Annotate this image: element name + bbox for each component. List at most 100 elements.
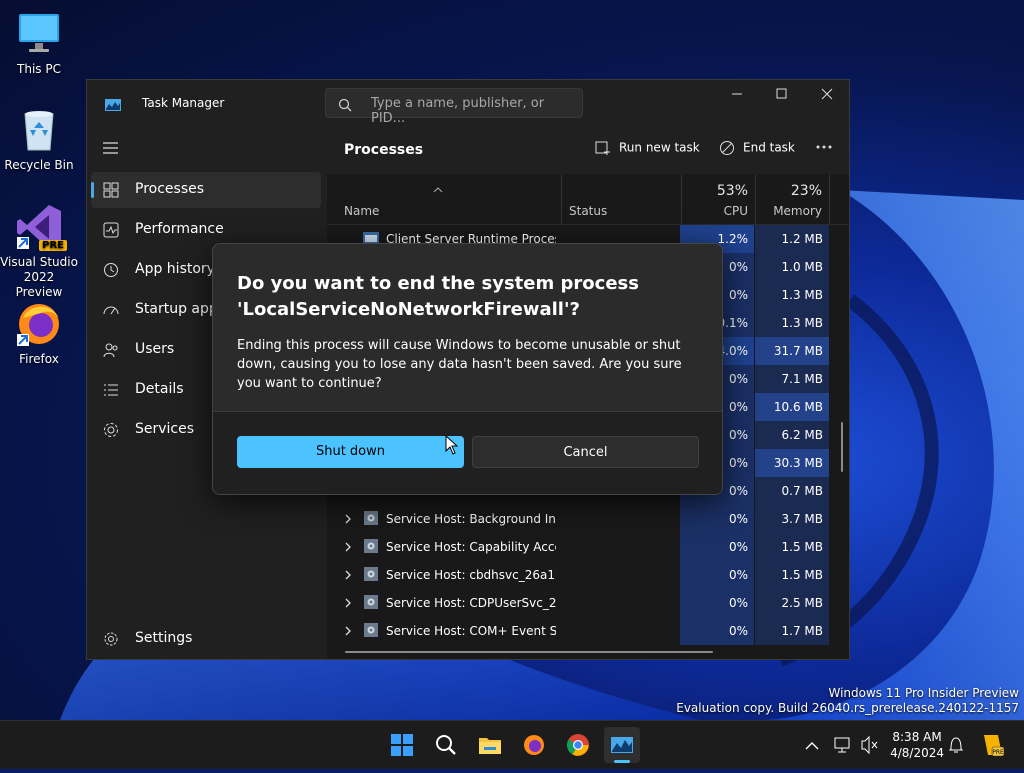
table-row[interactable]: Service Host: Background Inte... 0% 3.7 MB: [327, 505, 849, 533]
firefox-taskbar-button[interactable]: [516, 727, 552, 763]
memory-cell: 6.2 MB: [755, 421, 829, 449]
network-icon[interactable]: [834, 721, 852, 769]
desktop-icon-label: This PC: [17, 62, 61, 76]
memory-cell: 1.0 MB: [755, 253, 829, 281]
service-host-gear-icon: [363, 623, 379, 637]
chevron-right-icon[interactable]: [344, 597, 352, 611]
watermark-line2: Evaluation copy. Build 26040.rs_prerelea…: [676, 701, 1019, 715]
memory-value: 1.3 MB: [781, 316, 823, 330]
vertical-scrollbar[interactable]: [841, 422, 843, 472]
run-new-task-button[interactable]: Run new task: [595, 140, 700, 156]
sort-chevron-up-icon: [433, 178, 443, 197]
more-options-icon[interactable]: [815, 138, 841, 156]
svg-text:PRE: PRE: [992, 749, 1004, 756]
table-row[interactable]: Service Host: CDPUserSvc_26a... 0% 2.5 MB: [327, 589, 849, 617]
show-hidden-icons-chevron-icon[interactable]: [804, 721, 820, 769]
column-name[interactable]: Name: [344, 204, 379, 218]
close-button[interactable]: [805, 80, 849, 110]
clock-time: 8:38 AM: [892, 730, 942, 744]
minimize-button[interactable]: [715, 80, 759, 110]
system-clock[interactable]: 8:38 AM 4/8/2024: [890, 729, 944, 761]
selection-indicator: [91, 182, 94, 198]
task-manager-taskbar-button[interactable]: [604, 727, 640, 763]
start-button[interactable]: [384, 727, 420, 763]
memory-cell: 30.3 MB: [755, 449, 829, 477]
column-cpu[interactable]: CPU: [724, 204, 748, 218]
horizontal-scrollbar[interactable]: [345, 651, 713, 653]
gear-icon: [103, 631, 119, 647]
notification-bell-icon[interactable]: [948, 721, 964, 769]
maximize-button[interactable]: [759, 80, 803, 110]
copilot-pre-icon[interactable]: PRE: [980, 721, 1006, 769]
firefox-icon: [15, 300, 63, 348]
cpu-cell: 0%: [680, 617, 754, 645]
cpu-value: 0%: [728, 456, 748, 470]
search-icon: [338, 97, 352, 116]
volume-mute-icon[interactable]: [860, 721, 878, 769]
nav-label: Performance: [135, 221, 224, 237]
desktop-icon-this-pc[interactable]: This PC: [0, 10, 78, 77]
chevron-right-icon[interactable]: [344, 569, 352, 583]
desktop-icon-visual-studio[interactable]: PRE Visual Studio 2022 Preview: [0, 203, 78, 300]
memory-total: 23%: [790, 183, 822, 199]
service-host-gear-icon: [363, 539, 379, 553]
memory-value: 1.7 MB: [781, 624, 823, 638]
process-name: Service Host: COM+ Event Sys...: [386, 624, 556, 638]
taskbar-search-button[interactable]: [428, 727, 464, 763]
memory-value: 10.6 MB: [773, 400, 823, 414]
memory-cell: 1.5 MB: [755, 533, 829, 561]
memory-value: 1.3 MB: [781, 288, 823, 302]
hamburger-menu-icon[interactable]: [103, 140, 119, 159]
taskbar: 8:38 AM 4/8/2024 PRE: [0, 720, 1024, 769]
memory-value: 1.5 MB: [781, 568, 823, 582]
chevron-right-icon[interactable]: [344, 513, 352, 527]
search-placeholder: Type a name, publisher, or PID...: [371, 96, 545, 126]
table-row[interactable]: Service Host: COM+ Event Sys... 0% 1.7 MB: [327, 617, 849, 645]
nav-label: Users: [135, 341, 175, 357]
desktop-icon-firefox[interactable]: Firefox: [0, 300, 78, 367]
cpu-cell: 0%: [680, 589, 754, 617]
memory-cell: 1.7 MB: [755, 617, 829, 645]
nav-label: Details: [135, 381, 184, 397]
services-icon: [103, 422, 119, 438]
chrome-icon: [566, 733, 590, 757]
task-manager-icon: [105, 96, 121, 111]
process-name: Service Host: CDPUserSvc_26a...: [386, 596, 556, 610]
table-row[interactable]: Service Host: Capability Acces... 0% 1.5 M…: [327, 533, 849, 561]
chevron-right-icon[interactable]: [344, 625, 352, 639]
column-status[interactable]: Status: [569, 204, 607, 218]
app-history-icon: [103, 262, 119, 278]
table-row[interactable]: Service Host: cbdhsvc_26a12 0% 1.5 MB: [327, 561, 849, 589]
nav-item-processes[interactable]: Processes: [91, 172, 321, 208]
memory-value: 0.7 MB: [781, 484, 823, 498]
memory-cell: 1.2 MB: [755, 225, 829, 253]
cpu-value: 0%: [728, 288, 748, 302]
title-bar[interactable]: Task Manager Type a name, publisher, or …: [87, 80, 849, 126]
shut-down-button[interactable]: Shut down: [237, 436, 464, 468]
memory-cell: 2.5 MB: [755, 589, 829, 617]
cancel-button[interactable]: Cancel: [472, 436, 699, 468]
toolbar: Processes Run new task End task: [327, 124, 849, 174]
nav-label: Services: [135, 421, 195, 437]
column-memory[interactable]: Memory: [773, 204, 822, 218]
end-task-button[interactable]: End task: [719, 140, 795, 156]
service-host-gear-icon: [363, 595, 379, 609]
nav-item-settings[interactable]: Settings: [91, 621, 321, 657]
window-title: Task Manager: [142, 96, 225, 110]
watermark-line1: Windows 11 Pro Insider Preview: [828, 686, 1019, 700]
pre-badge: PRE: [39, 240, 67, 251]
service-host-gear-icon: [363, 567, 379, 581]
memory-cell: 7.1 MB: [755, 365, 829, 393]
task-manager-icon: [610, 733, 634, 757]
chevron-right-icon[interactable]: [344, 541, 352, 555]
file-explorer-button[interactable]: [472, 727, 508, 763]
processes-icon: [103, 182, 119, 198]
search-icon: [434, 733, 458, 757]
desktop-icon-recycle-bin[interactable]: Recycle Bin: [0, 106, 78, 173]
chrome-taskbar-button[interactable]: [560, 727, 596, 763]
firefox-icon: [522, 733, 546, 757]
process-name: Service Host: Capability Acces...: [386, 540, 556, 554]
performance-icon: [103, 222, 119, 238]
search-input[interactable]: Type a name, publisher, or PID...: [325, 88, 583, 126]
column-divider: [681, 174, 682, 224]
